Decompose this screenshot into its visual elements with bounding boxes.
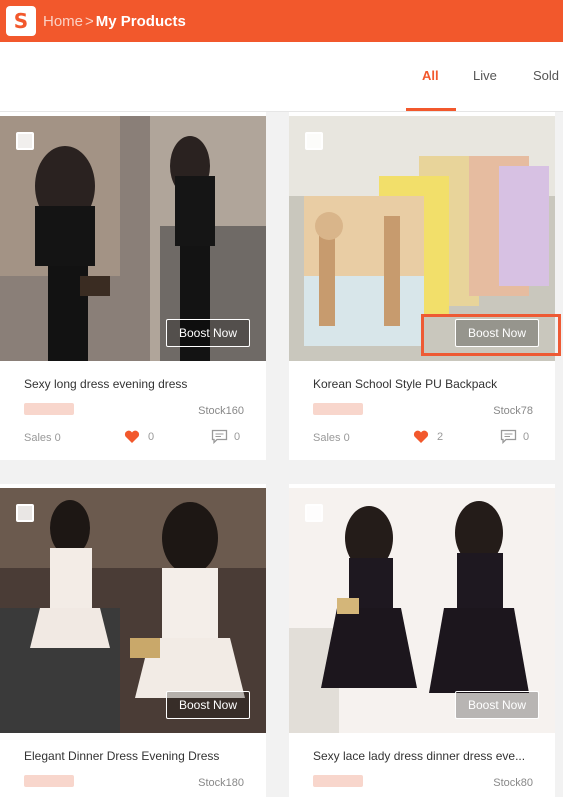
sales-count: Sales 0 <box>24 432 61 444</box>
select-checkbox[interactable] <box>305 504 323 522</box>
select-checkbox[interactable] <box>16 504 34 522</box>
price-blurred <box>313 775 363 787</box>
boost-now-button[interactable]: Boost Now <box>166 691 250 719</box>
product-image: Boost Now <box>0 488 266 733</box>
breadcrumb-home[interactable]: Home <box>43 13 83 30</box>
product-name: Korean School Style PU Backpack <box>313 377 498 391</box>
product-card[interactable]: Boost Now Sexy lace lady dress dinner dr… <box>289 484 555 797</box>
comments: 0 <box>211 429 240 444</box>
boost-now-button[interactable]: Boost Now <box>166 319 250 347</box>
select-checkbox[interactable] <box>16 132 34 150</box>
boost-now-highlight-box <box>421 314 561 356</box>
stock-count: Stock80 <box>493 777 533 789</box>
select-checkbox[interactable] <box>305 132 323 150</box>
product-card[interactable]: Boost Now Sexy long dress evening dress … <box>0 112 266 460</box>
product-image: Boost Now <box>289 488 555 733</box>
stock-count: Stock160 <box>198 405 244 417</box>
product-name: Sexy long dress evening dress <box>24 377 188 391</box>
tab-all[interactable]: All <box>422 68 439 83</box>
likes-count: 2 <box>437 431 444 443</box>
heart-icon <box>124 430 140 443</box>
likes-count: 0 <box>148 431 155 443</box>
price-blurred <box>24 775 74 787</box>
sales-count: Sales 0 <box>313 432 350 444</box>
product-card[interactable]: Boost Now Korean School Style PU Backpac… <box>289 112 555 460</box>
likes: 0 <box>124 430 154 444</box>
product-grid: Boost Now Sexy long dress evening dress … <box>0 112 563 797</box>
breadcrumb-separator: > <box>85 12 94 30</box>
comments: 0 <box>500 429 529 444</box>
shopee-logo-icon[interactable]: S <box>6 6 36 36</box>
comment-icon <box>500 429 517 444</box>
comments-count: 0 <box>234 430 241 443</box>
product-card[interactable]: Boost Now Elegant Dinner Dress Evening D… <box>0 484 266 797</box>
stock-count: Stock78 <box>493 405 533 417</box>
boost-now-button[interactable]: Boost Now <box>455 691 539 719</box>
tab-live[interactable]: Live <box>473 68 497 83</box>
comments-count: 0 <box>523 430 530 443</box>
price-blurred <box>313 403 363 415</box>
product-name: Sexy lace lady dress dinner dress eve... <box>313 749 526 763</box>
page-title: My Products <box>95 12 186 30</box>
price-blurred <box>24 403 74 415</box>
tabs-bar: All Live Sold <box>0 42 563 112</box>
product-image: Boost Now <box>0 116 266 361</box>
comment-icon <box>211 429 228 444</box>
breadcrumb: Home > My Products <box>43 13 186 30</box>
likes: 2 <box>413 430 443 444</box>
tab-sold[interactable]: Sold <box>533 68 559 83</box>
active-tab-indicator <box>406 108 456 111</box>
product-name: Elegant Dinner Dress Evening Dress <box>24 749 220 763</box>
heart-icon <box>413 430 429 443</box>
top-bar: S Home > My Products <box>0 0 563 42</box>
stock-count: Stock180 <box>198 777 244 789</box>
